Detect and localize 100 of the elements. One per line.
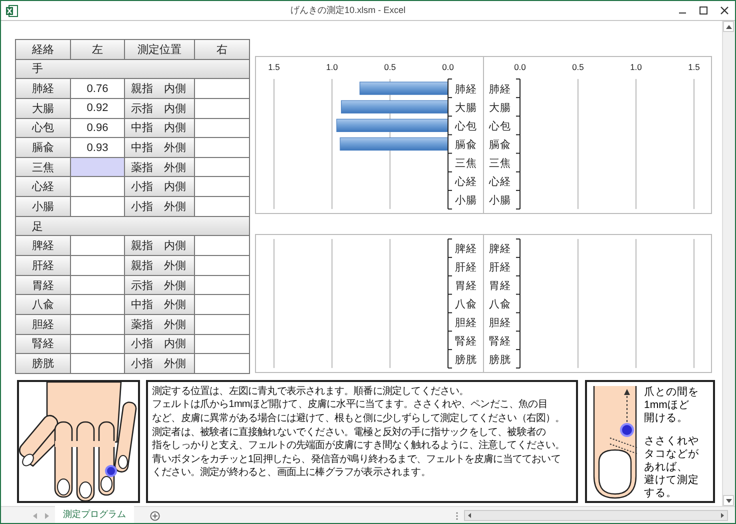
instruction-text: 測定する位置は、左図に青丸で表示されます。順番に測定してください。 フェルトは爪から1mmほど開けて、皮膚に水平に当てます。ささくれや、ペンだこ、魚の目 など、皮膚に異常がある場合には避けて、根もと側に少しずらして測定してください（右図）。 測定者は、被験者に直接触れないでください。電極と反対の手に指サックをして、被験者の 指をしっかりと支え、フェルトの先端面が皮膚にすき間なく触れるように、注意してください。 青いボタンをカチッと1回押したら、発信音が鳴り終わるまで、フェルトを皮膚に当てておいて ください。測定が終わると、画面上に棒グラフが表示されます。 (146, 380, 578, 503)
value-cell[interactable] (71, 334, 125, 354)
meridian-cell: 心包 (16, 118, 71, 138)
category-label: 腎経 (455, 335, 477, 348)
value-cell[interactable] (71, 256, 125, 276)
value-cell[interactable] (195, 158, 250, 178)
category-label: 肝経 (489, 262, 511, 274)
horizontal-scrollbar[interactable] (464, 510, 728, 521)
position-cell: 親指 内側 (125, 236, 195, 256)
position-cell: 小指 外側 (125, 354, 195, 374)
category-label: 膀胱 (455, 354, 477, 366)
sheet-tab[interactable]: 測定プログラム (55, 506, 134, 523)
meridian-cell: 膈兪 (16, 138, 71, 158)
tick-label: 1.0 (326, 62, 338, 72)
tick-label: 0.0 (442, 62, 454, 72)
category-label: 膈兪 (455, 139, 477, 151)
column-header: 左 (71, 40, 125, 60)
tick-label: 0.5 (384, 62, 396, 72)
position-cell: 小指 外側 (125, 197, 195, 217)
value-cell[interactable]: 0.76 (71, 79, 125, 99)
value-cell[interactable] (195, 295, 250, 315)
category-label: 脾経 (455, 243, 477, 256)
category-label: 肝経 (455, 262, 477, 274)
scroll-down-icon[interactable] (726, 498, 732, 502)
value-cell[interactable] (71, 354, 125, 374)
value-cell[interactable] (71, 276, 125, 296)
category-label: 胃経 (455, 280, 477, 292)
tick-label: 1.5 (268, 62, 280, 72)
value-cell[interactable] (195, 177, 250, 198)
vertical-scrollbar[interactable] (722, 21, 735, 506)
position-cell: 中指 外側 (125, 295, 195, 315)
value-cell[interactable]: 0.96 (71, 118, 125, 138)
category-label: 胆経 (489, 316, 511, 329)
category-label: 肺経 (455, 83, 477, 96)
meridian-cell: 小腸 (16, 197, 71, 217)
position-cell: 中指 外側 (125, 138, 195, 158)
category-label: 大腸 (489, 102, 511, 114)
position-cell: 中指 内側 (125, 118, 195, 138)
position-cell: 薬指 外側 (125, 158, 195, 178)
section-header: 手 (16, 60, 250, 80)
column-header: 測定位置 (125, 40, 195, 60)
category-label: 小腸 (455, 194, 477, 207)
value-cell[interactable] (195, 314, 250, 335)
value-cell[interactable] (195, 276, 250, 296)
note-text: ささくれや タコなどが あれば、 避けて測定 する。 (644, 434, 699, 500)
tick-label: 1.5 (688, 62, 700, 72)
column-header: 経絡 (16, 40, 71, 60)
scroll-up-icon[interactable] (726, 24, 732, 28)
value-cell[interactable] (71, 314, 125, 335)
value-cell[interactable] (195, 334, 250, 354)
tick-label: 1.0 (630, 62, 642, 72)
value-cell[interactable] (71, 158, 125, 178)
meridian-cell: 胆経 (16, 314, 71, 335)
tick-label: 0.0 (514, 62, 526, 72)
category-label: 三焦 (455, 158, 477, 170)
tick-label: 0.5 (572, 62, 584, 72)
category-label: 八兪 (455, 298, 477, 310)
note-text: 爪との間を 1mmほど 開ける。 (644, 386, 699, 425)
meridian-cell: 三焦 (16, 158, 71, 178)
value-cell[interactable] (195, 197, 250, 217)
category-label: 心包 (455, 120, 477, 132)
category-label: 大腸 (455, 102, 477, 114)
value-cell[interactable]: 0.93 (71, 138, 125, 158)
meridian-cell: 肝経 (16, 256, 71, 276)
close-icon[interactable] (720, 6, 729, 15)
category-label: 脾経 (489, 243, 511, 256)
maximize-icon[interactable] (699, 6, 708, 15)
meridian-cell: 大腸 (16, 98, 71, 119)
window-title: げんきの測定10.xlsm - Excel (289, 4, 406, 17)
category-label: 腎経 (489, 335, 511, 348)
value-cell[interactable] (195, 354, 250, 374)
value-cell[interactable] (195, 79, 250, 99)
value-cell[interactable] (195, 138, 250, 158)
position-cell: 示指 外側 (125, 276, 195, 296)
value-cell[interactable] (71, 236, 125, 256)
value-cell[interactable] (195, 98, 250, 119)
meridian-cell: 心経 (16, 177, 71, 198)
category-label: 心経 (489, 176, 511, 188)
value-cell[interactable] (195, 256, 250, 276)
meridian-cell: 八兪 (16, 295, 71, 315)
position-cell: 小指 内側 (125, 334, 195, 354)
category-label: 肺経 (489, 83, 511, 96)
value-cell[interactable] (71, 197, 125, 217)
category-label: 胃経 (489, 280, 511, 292)
spreadsheet-app-icon (6, 4, 18, 16)
add-sheet-icon[interactable] (150, 510, 160, 520)
value-cell[interactable] (71, 295, 125, 315)
position-cell: 親指 内側 (125, 79, 195, 99)
value-cell[interactable] (195, 236, 250, 256)
category-label: 三焦 (489, 158, 511, 170)
position-cell: 小指 内側 (125, 177, 195, 198)
meridian-cell: 脾経 (16, 236, 71, 256)
meridian-cell: 膀胱 (16, 354, 71, 374)
category-label: 膀胱 (489, 354, 511, 366)
value-cell[interactable]: 0.92 (71, 98, 125, 119)
category-label: 心経 (455, 176, 477, 188)
category-label: 八兪 (489, 298, 511, 310)
meridian-cell: 腎経 (16, 334, 71, 354)
value-cell[interactable] (71, 177, 125, 198)
value-cell[interactable] (195, 118, 250, 138)
